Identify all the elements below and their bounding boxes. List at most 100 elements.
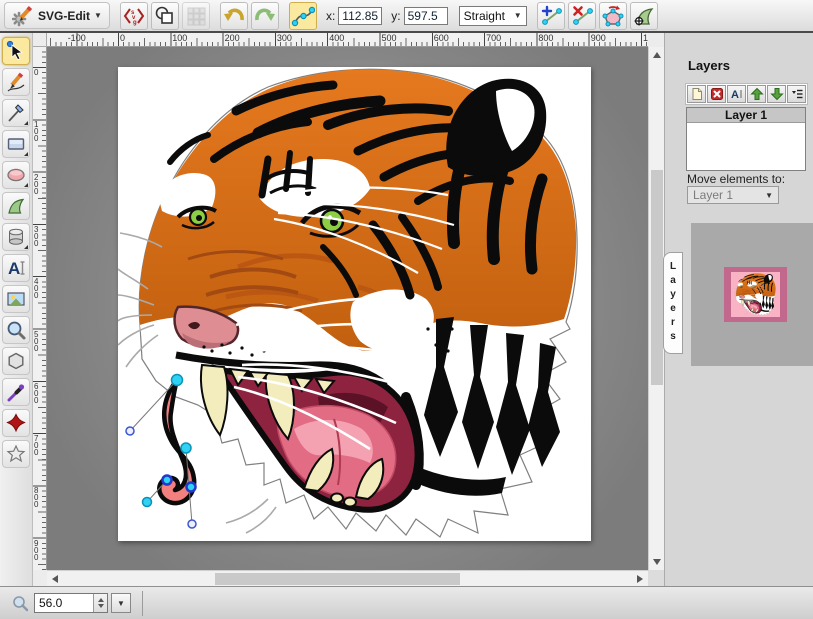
tool-star[interactable] bbox=[2, 440, 30, 468]
pencil-tool-icon bbox=[5, 71, 27, 93]
move-layer-down-button[interactable] bbox=[767, 85, 786, 103]
tool-select[interactable] bbox=[2, 37, 30, 65]
flyout-indicator bbox=[24, 152, 28, 156]
drawing-canvas[interactable] bbox=[118, 67, 591, 541]
tool-ornament[interactable] bbox=[2, 409, 30, 437]
move-elements-label: Move elements to: bbox=[687, 172, 785, 186]
scroll-right-button[interactable] bbox=[632, 571, 648, 587]
open-path-button[interactable] bbox=[599, 2, 627, 30]
ruler-label: 800 bbox=[538, 33, 553, 43]
select-tool-icon bbox=[5, 40, 27, 62]
ruler-label: 0 bbox=[120, 33, 125, 43]
add-node-button[interactable] bbox=[537, 2, 565, 30]
move-layer-up-button[interactable] bbox=[747, 85, 766, 103]
x-label: x: bbox=[326, 9, 335, 23]
horizontal-scroll-thumb[interactable] bbox=[215, 573, 460, 585]
tool-polygon[interactable] bbox=[2, 347, 30, 375]
vertical-scroll-thumb[interactable] bbox=[651, 170, 663, 385]
ruler-filler bbox=[33, 570, 47, 586]
x-input[interactable] bbox=[338, 7, 382, 25]
control-handle[interactable] bbox=[126, 427, 134, 435]
layers-panel-title: Layers bbox=[688, 58, 730, 73]
delete-node-icon bbox=[570, 4, 594, 28]
ruler-label: 4 0 0 bbox=[34, 278, 38, 299]
layer-list-body[interactable] bbox=[687, 123, 805, 170]
svg-text:A: A bbox=[8, 259, 20, 278]
scroll-left-button[interactable] bbox=[47, 571, 63, 587]
add-node-icon bbox=[539, 4, 563, 28]
rename-layer-button[interactable]: A bbox=[727, 85, 746, 103]
scroll-down-button[interactable] bbox=[649, 554, 665, 570]
tool-image[interactable] bbox=[2, 285, 30, 313]
source-editor-button[interactable]: s v g bbox=[120, 2, 148, 30]
horizontal-scrollbar[interactable] bbox=[47, 570, 648, 586]
segment-type-select[interactable]: Straight ▼ bbox=[459, 6, 527, 26]
tool-line[interactable] bbox=[2, 99, 30, 127]
control-handle[interactable] bbox=[188, 520, 196, 528]
redo-button[interactable] bbox=[251, 2, 279, 30]
zoom-level-input[interactable]: 56.0 bbox=[34, 593, 108, 613]
zoom-level-value: 56.0 bbox=[35, 594, 93, 612]
svg-source-icon: s v g bbox=[122, 4, 146, 28]
tool-zoom[interactable] bbox=[2, 316, 30, 344]
zoom-spinner[interactable] bbox=[93, 594, 107, 612]
path-node-selected[interactable] bbox=[187, 483, 196, 492]
ruler-label: 300 bbox=[277, 33, 292, 43]
move-elements-value: Layer 1 bbox=[693, 188, 733, 202]
arrow-up-icon bbox=[750, 87, 764, 101]
grid-icon bbox=[184, 4, 208, 28]
delete-node-button[interactable] bbox=[568, 2, 596, 30]
star-tool-icon bbox=[5, 443, 27, 465]
y-input[interactable] bbox=[404, 7, 448, 25]
layer-row-active[interactable]: Layer 1 bbox=[687, 108, 805, 123]
ruler-label: 5 0 0 bbox=[34, 331, 38, 352]
layer-list[interactable]: Layer 1 bbox=[686, 107, 806, 171]
polygon-tool-icon bbox=[5, 350, 27, 372]
path-node-selected[interactable] bbox=[163, 476, 172, 485]
convert-to-path-button[interactable] bbox=[630, 2, 658, 30]
arrow-down-icon bbox=[770, 87, 784, 101]
undo-button[interactable] bbox=[220, 2, 248, 30]
vertical-scrollbar[interactable] bbox=[648, 47, 664, 570]
path-node[interactable] bbox=[143, 498, 152, 507]
dropdown-caret-icon: ▼ bbox=[514, 11, 522, 20]
top-toolbar: SVG-Edit ▼ s v g bbox=[0, 0, 813, 33]
new-layer-button[interactable] bbox=[687, 85, 706, 103]
dropdown-caret-icon: ▼ bbox=[117, 599, 125, 608]
layer-thumbnail[interactable] bbox=[724, 267, 787, 322]
ruler-label: 9 0 0 bbox=[34, 540, 38, 561]
path-node[interactable] bbox=[181, 443, 191, 453]
move-elements-select[interactable]: Layer 1 ▼ bbox=[687, 186, 779, 204]
layers-panel-toggle-tab[interactable]: Layers bbox=[663, 252, 683, 354]
workspace[interactable] bbox=[47, 47, 648, 570]
svg-text:A: A bbox=[731, 89, 739, 101]
layer-thumbnail-image bbox=[731, 272, 780, 317]
shape-library-button[interactable] bbox=[151, 2, 179, 30]
ruler-label: 1 0 0 bbox=[34, 121, 38, 142]
layer-options-button[interactable] bbox=[787, 85, 806, 103]
main-menu-button[interactable]: SVG-Edit ▼ bbox=[4, 2, 110, 29]
ruler-label: 7 0 0 bbox=[34, 435, 38, 456]
app-logo-icon bbox=[12, 5, 34, 27]
scroll-up-button[interactable] bbox=[649, 47, 665, 63]
tool-path[interactable] bbox=[2, 192, 30, 220]
path-node[interactable] bbox=[172, 375, 183, 386]
tool-shape-library[interactable] bbox=[2, 223, 30, 251]
tool-eyedropper[interactable] bbox=[2, 378, 30, 406]
delete-layer-button[interactable] bbox=[707, 85, 726, 103]
tool-pencil[interactable] bbox=[2, 68, 30, 96]
shapes-icon bbox=[153, 4, 177, 28]
zoom-presets-button[interactable]: ▼ bbox=[111, 593, 131, 613]
scrollbar-corner bbox=[648, 570, 664, 586]
tool-rectangle[interactable] bbox=[2, 130, 30, 158]
segment-type-value: Straight bbox=[464, 9, 505, 23]
tool-ellipse[interactable] bbox=[2, 161, 30, 189]
tool-text[interactable]: A bbox=[2, 254, 30, 282]
edit-path-button[interactable] bbox=[289, 2, 317, 30]
grid-button[interactable] bbox=[182, 2, 210, 30]
zoom-tool-icon bbox=[5, 319, 27, 341]
path-edit-overlay[interactable] bbox=[118, 67, 591, 541]
convert-to-path-icon bbox=[632, 4, 656, 28]
flyout-indicator bbox=[24, 245, 28, 249]
sidebar-preview-area bbox=[691, 223, 813, 366]
